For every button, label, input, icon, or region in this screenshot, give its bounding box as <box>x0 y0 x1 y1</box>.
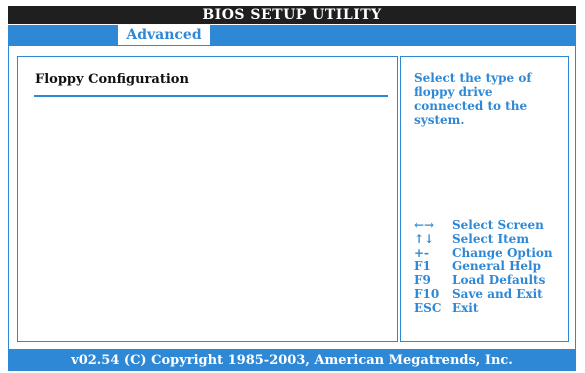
floppy-a-label[interactable]: Floppy A <box>35 109 93 123</box>
help-pane: Select the type of floppy drive connecte… <box>400 56 569 342</box>
help-text: Select the type of floppy drive connecte… <box>414 71 532 127</box>
key-action: Change Option <box>452 245 553 260</box>
bios-title: BIOS SETUP UTILITY <box>8 6 576 24</box>
arrow-up-down-icon: ↑↓ <box>414 231 435 246</box>
key-action: Load Defaults <box>452 273 546 288</box>
floppy-a-value[interactable]: [1.44 MB 3½"] <box>263 109 362 123</box>
key-action: Select Item <box>452 231 530 246</box>
key-code: +- <box>414 245 430 260</box>
copyright-footer: v02.54 (C) Copyright 1985-2003, American… <box>8 349 576 371</box>
arrow-left-right-icon: ←→ <box>414 218 435 232</box>
key-row-load-defaults: F9 Load Defaults <box>414 273 566 288</box>
key-action: Save and Exit <box>452 286 543 301</box>
tab-advanced[interactable]: Advanced <box>118 25 210 45</box>
section-divider <box>34 95 388 97</box>
key-action: Select Screen <box>452 218 544 232</box>
bios-screen: BIOS SETUP UTILITY Advanced Floppy Confi… <box>0 0 585 371</box>
key-row-save-exit: F10 Save and Exit <box>414 286 566 302</box>
key-action: Exit <box>452 300 479 315</box>
key-row-exit: ESC Exit <box>414 300 566 316</box>
key-code: F1 <box>414 259 431 274</box>
section-title: Floppy Configuration <box>35 72 189 87</box>
key-row-select-screen: ←→ Select Screen <box>414 218 566 233</box>
key-row-general-help: F1 General Help <box>414 260 566 274</box>
key-action: General Help <box>452 259 541 274</box>
content-frame: Floppy Configuration Floppy A [1.44 MB 3… <box>8 45 576 350</box>
key-row-change-option: +- Change Option <box>414 245 566 261</box>
settings-pane: Floppy Configuration Floppy A [1.44 MB 3… <box>17 56 398 342</box>
key-code: ESC <box>414 300 442 315</box>
key-row-select-item: ↑↓ Select Item <box>414 231 566 247</box>
key-code: F10 <box>414 286 440 301</box>
key-legend: ←→ Select Screen ↑↓ Select Item +- Chang… <box>414 218 566 316</box>
key-code: F9 <box>414 273 431 288</box>
tab-bar: Advanced <box>8 25 576 45</box>
